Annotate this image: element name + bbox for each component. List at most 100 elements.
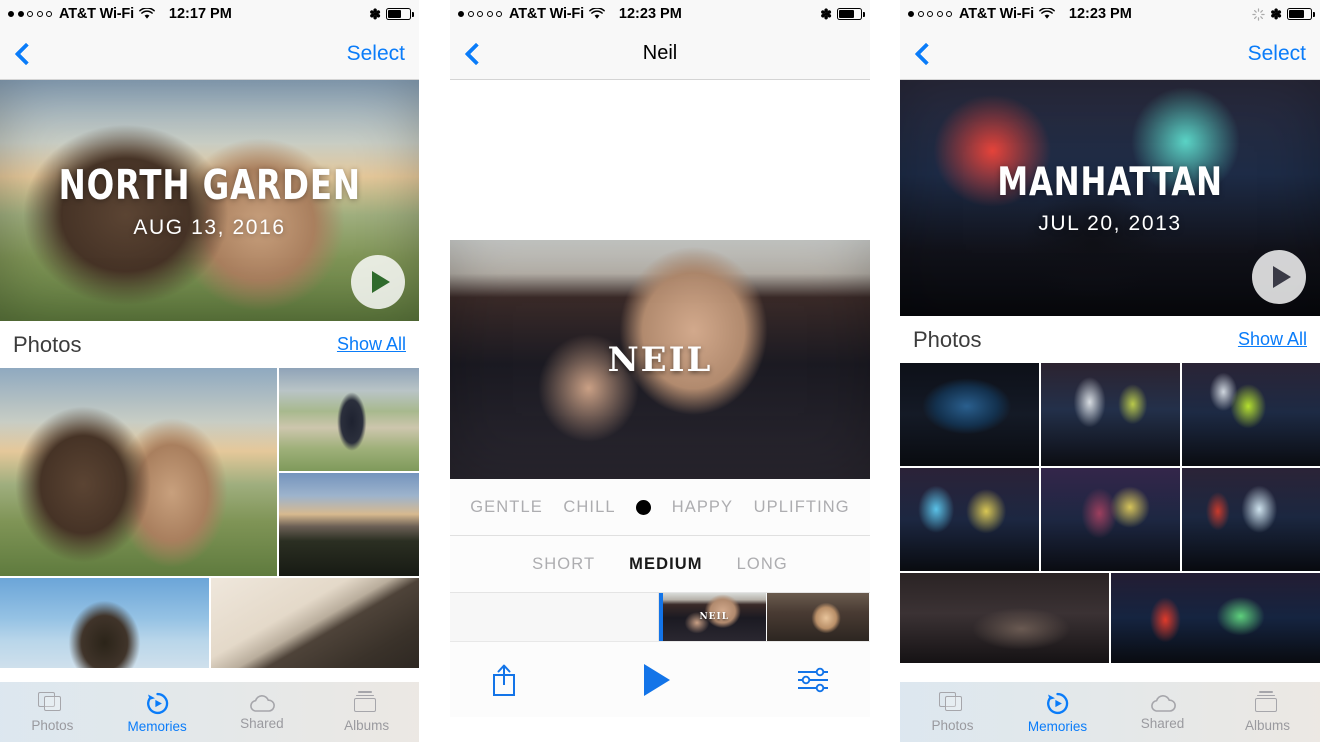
memory-date: JUL 20, 2013 bbox=[1038, 212, 1182, 235]
navigation-bar: Select bbox=[0, 28, 419, 80]
mood-option-happy[interactable]: HAPPY bbox=[672, 498, 733, 517]
photo-thumbnail[interactable] bbox=[1182, 468, 1320, 571]
signal-strength-dots bbox=[8, 11, 52, 17]
photo-thumbnail[interactable] bbox=[1041, 468, 1180, 571]
photo-thumbnail[interactable] bbox=[0, 368, 277, 576]
photo-thumbnail[interactable] bbox=[1041, 363, 1180, 466]
tab-albums[interactable]: Albums bbox=[314, 691, 419, 733]
duration-option-short[interactable]: SHORT bbox=[532, 555, 595, 574]
play-button[interactable] bbox=[644, 663, 670, 696]
tab-label: Shared bbox=[1140, 716, 1185, 731]
play-icon bbox=[644, 663, 670, 696]
show-all-link[interactable]: Show All bbox=[1238, 329, 1307, 350]
photo-thumbnail[interactable] bbox=[211, 578, 419, 668]
editor-toolbar bbox=[450, 642, 870, 717]
photos-section-header: Photos Show All bbox=[0, 321, 419, 368]
tab-memories[interactable]: Memories bbox=[105, 691, 210, 734]
photo-grid bbox=[0, 368, 419, 668]
memory-hero-image[interactable]: MANHATTAN JUL 20, 2013 bbox=[900, 80, 1320, 316]
photo-thumbnail[interactable] bbox=[0, 578, 209, 668]
back-button[interactable] bbox=[0, 42, 46, 65]
tab-photos[interactable]: Photos bbox=[0, 691, 105, 733]
adjustments-button[interactable] bbox=[796, 667, 830, 693]
photo-grid-row bbox=[900, 468, 1320, 571]
memory-hero-image[interactable]: NORTH GARDEN AUG 13, 2016 bbox=[0, 80, 419, 321]
photo-thumbnail[interactable] bbox=[1111, 573, 1320, 663]
status-bar-clock: 12:17 PM bbox=[168, 6, 232, 22]
tab-memories[interactable]: Memories bbox=[1005, 691, 1110, 734]
memories-icon bbox=[146, 692, 168, 714]
mood-option-gentle[interactable]: GENTLE bbox=[470, 498, 543, 517]
memory-preview-image[interactable]: NEIL bbox=[450, 240, 870, 479]
cloud-icon bbox=[249, 695, 275, 712]
tab-label: Photos bbox=[931, 718, 974, 733]
select-button[interactable]: Select bbox=[347, 42, 419, 66]
wifi-icon bbox=[139, 8, 155, 19]
status-bar-clock: 12:23 PM bbox=[618, 6, 682, 22]
filmstrip-frames: NEIL bbox=[663, 593, 870, 641]
photo-thumbnail[interactable] bbox=[1182, 363, 1320, 466]
status-bar-right: ✽ bbox=[1252, 7, 1315, 21]
back-button[interactable] bbox=[900, 42, 946, 65]
status-bar-right: ✽ bbox=[820, 6, 865, 22]
back-chevron-icon bbox=[14, 42, 38, 65]
tab-bar: Photos Memories Shared Albums bbox=[0, 682, 419, 742]
bluetooth-icon: ✽ bbox=[369, 6, 381, 22]
photo-thumbnail[interactable] bbox=[900, 468, 1039, 571]
play-icon bbox=[371, 271, 390, 293]
tab-label: Photos bbox=[31, 718, 74, 733]
phone-screen-manhattan-memory: AT&T Wi-Fi 12:23 PM ✽ Select MANHATTAN J… bbox=[900, 0, 1320, 742]
share-button[interactable] bbox=[490, 663, 518, 697]
photo-grid-row bbox=[0, 578, 419, 668]
albums-icon bbox=[353, 691, 381, 715]
three-phone-screenshot-comparison: AT&T Wi-Fi 12:17 PM ✽ Select NORTH GARDE… bbox=[0, 0, 1320, 742]
section-title: Photos bbox=[13, 331, 82, 357]
navigation-bar: Neil bbox=[450, 28, 870, 80]
panel-gutter bbox=[870, 0, 900, 742]
photo-grid-row bbox=[900, 573, 1320, 663]
memory-title: NORTH GARDEN bbox=[58, 161, 361, 209]
show-all-link[interactable]: Show All bbox=[337, 334, 406, 355]
tab-shared[interactable]: Shared bbox=[1110, 693, 1215, 731]
play-memory-button[interactable] bbox=[1252, 250, 1306, 304]
timeline-filmstrip[interactable]: NEIL bbox=[450, 593, 870, 642]
tab-photos[interactable]: Photos bbox=[900, 691, 1005, 733]
photo-thumbnail[interactable] bbox=[279, 368, 419, 471]
status-bar: AT&T Wi-Fi 12:23 PM ✽ bbox=[450, 0, 870, 28]
mood-option-uplifting[interactable]: UPLIFTING bbox=[754, 498, 850, 517]
carrier-label: AT&T Wi-Fi bbox=[959, 6, 1034, 22]
select-button[interactable]: Select bbox=[1248, 42, 1320, 66]
battery-icon bbox=[837, 8, 865, 20]
tab-shared[interactable]: Shared bbox=[210, 693, 315, 731]
navigation-bar: Select bbox=[900, 28, 1320, 80]
wifi-icon bbox=[589, 8, 605, 19]
photo-thumbnail[interactable] bbox=[900, 363, 1039, 466]
photo-grid-row bbox=[0, 368, 419, 576]
signal-strength-dots bbox=[908, 11, 952, 17]
status-bar: AT&T Wi-Fi 12:17 PM ✽ bbox=[0, 0, 419, 28]
battery-icon bbox=[386, 8, 414, 20]
duration-selector-row: SHORT MEDIUM LONG bbox=[450, 536, 870, 593]
photo-thumbnail[interactable] bbox=[900, 573, 1109, 663]
duration-option-medium[interactable]: MEDIUM bbox=[629, 555, 703, 574]
tab-albums[interactable]: Albums bbox=[1215, 691, 1320, 733]
photo-grid bbox=[900, 363, 1320, 663]
mood-option-chill[interactable]: CHILL bbox=[563, 498, 615, 517]
filmstrip-frame[interactable]: NEIL bbox=[663, 593, 767, 641]
duration-option-long[interactable]: LONG bbox=[737, 555, 788, 574]
memory-date: AUG 13, 2016 bbox=[133, 216, 286, 239]
adjustments-sliders-icon bbox=[798, 667, 828, 692]
filmstrip-frame-label: NEIL bbox=[699, 612, 730, 622]
carrier-label: AT&T Wi-Fi bbox=[59, 6, 134, 22]
panel-gutter bbox=[419, 0, 450, 742]
tab-label: Albums bbox=[344, 718, 390, 733]
mood-option-selected-indicator[interactable] bbox=[636, 499, 652, 515]
cloud-icon bbox=[1150, 695, 1176, 712]
bluetooth-icon: ✽ bbox=[820, 6, 832, 22]
filmstrip-frame[interactable] bbox=[766, 593, 870, 641]
play-memory-button[interactable] bbox=[351, 255, 405, 309]
photo-thumbnail[interactable] bbox=[279, 473, 419, 576]
carrier-label: AT&T Wi-Fi bbox=[509, 6, 584, 22]
preview-title-overlay: NEIL bbox=[450, 240, 870, 479]
tab-label: Memories bbox=[1027, 718, 1088, 734]
